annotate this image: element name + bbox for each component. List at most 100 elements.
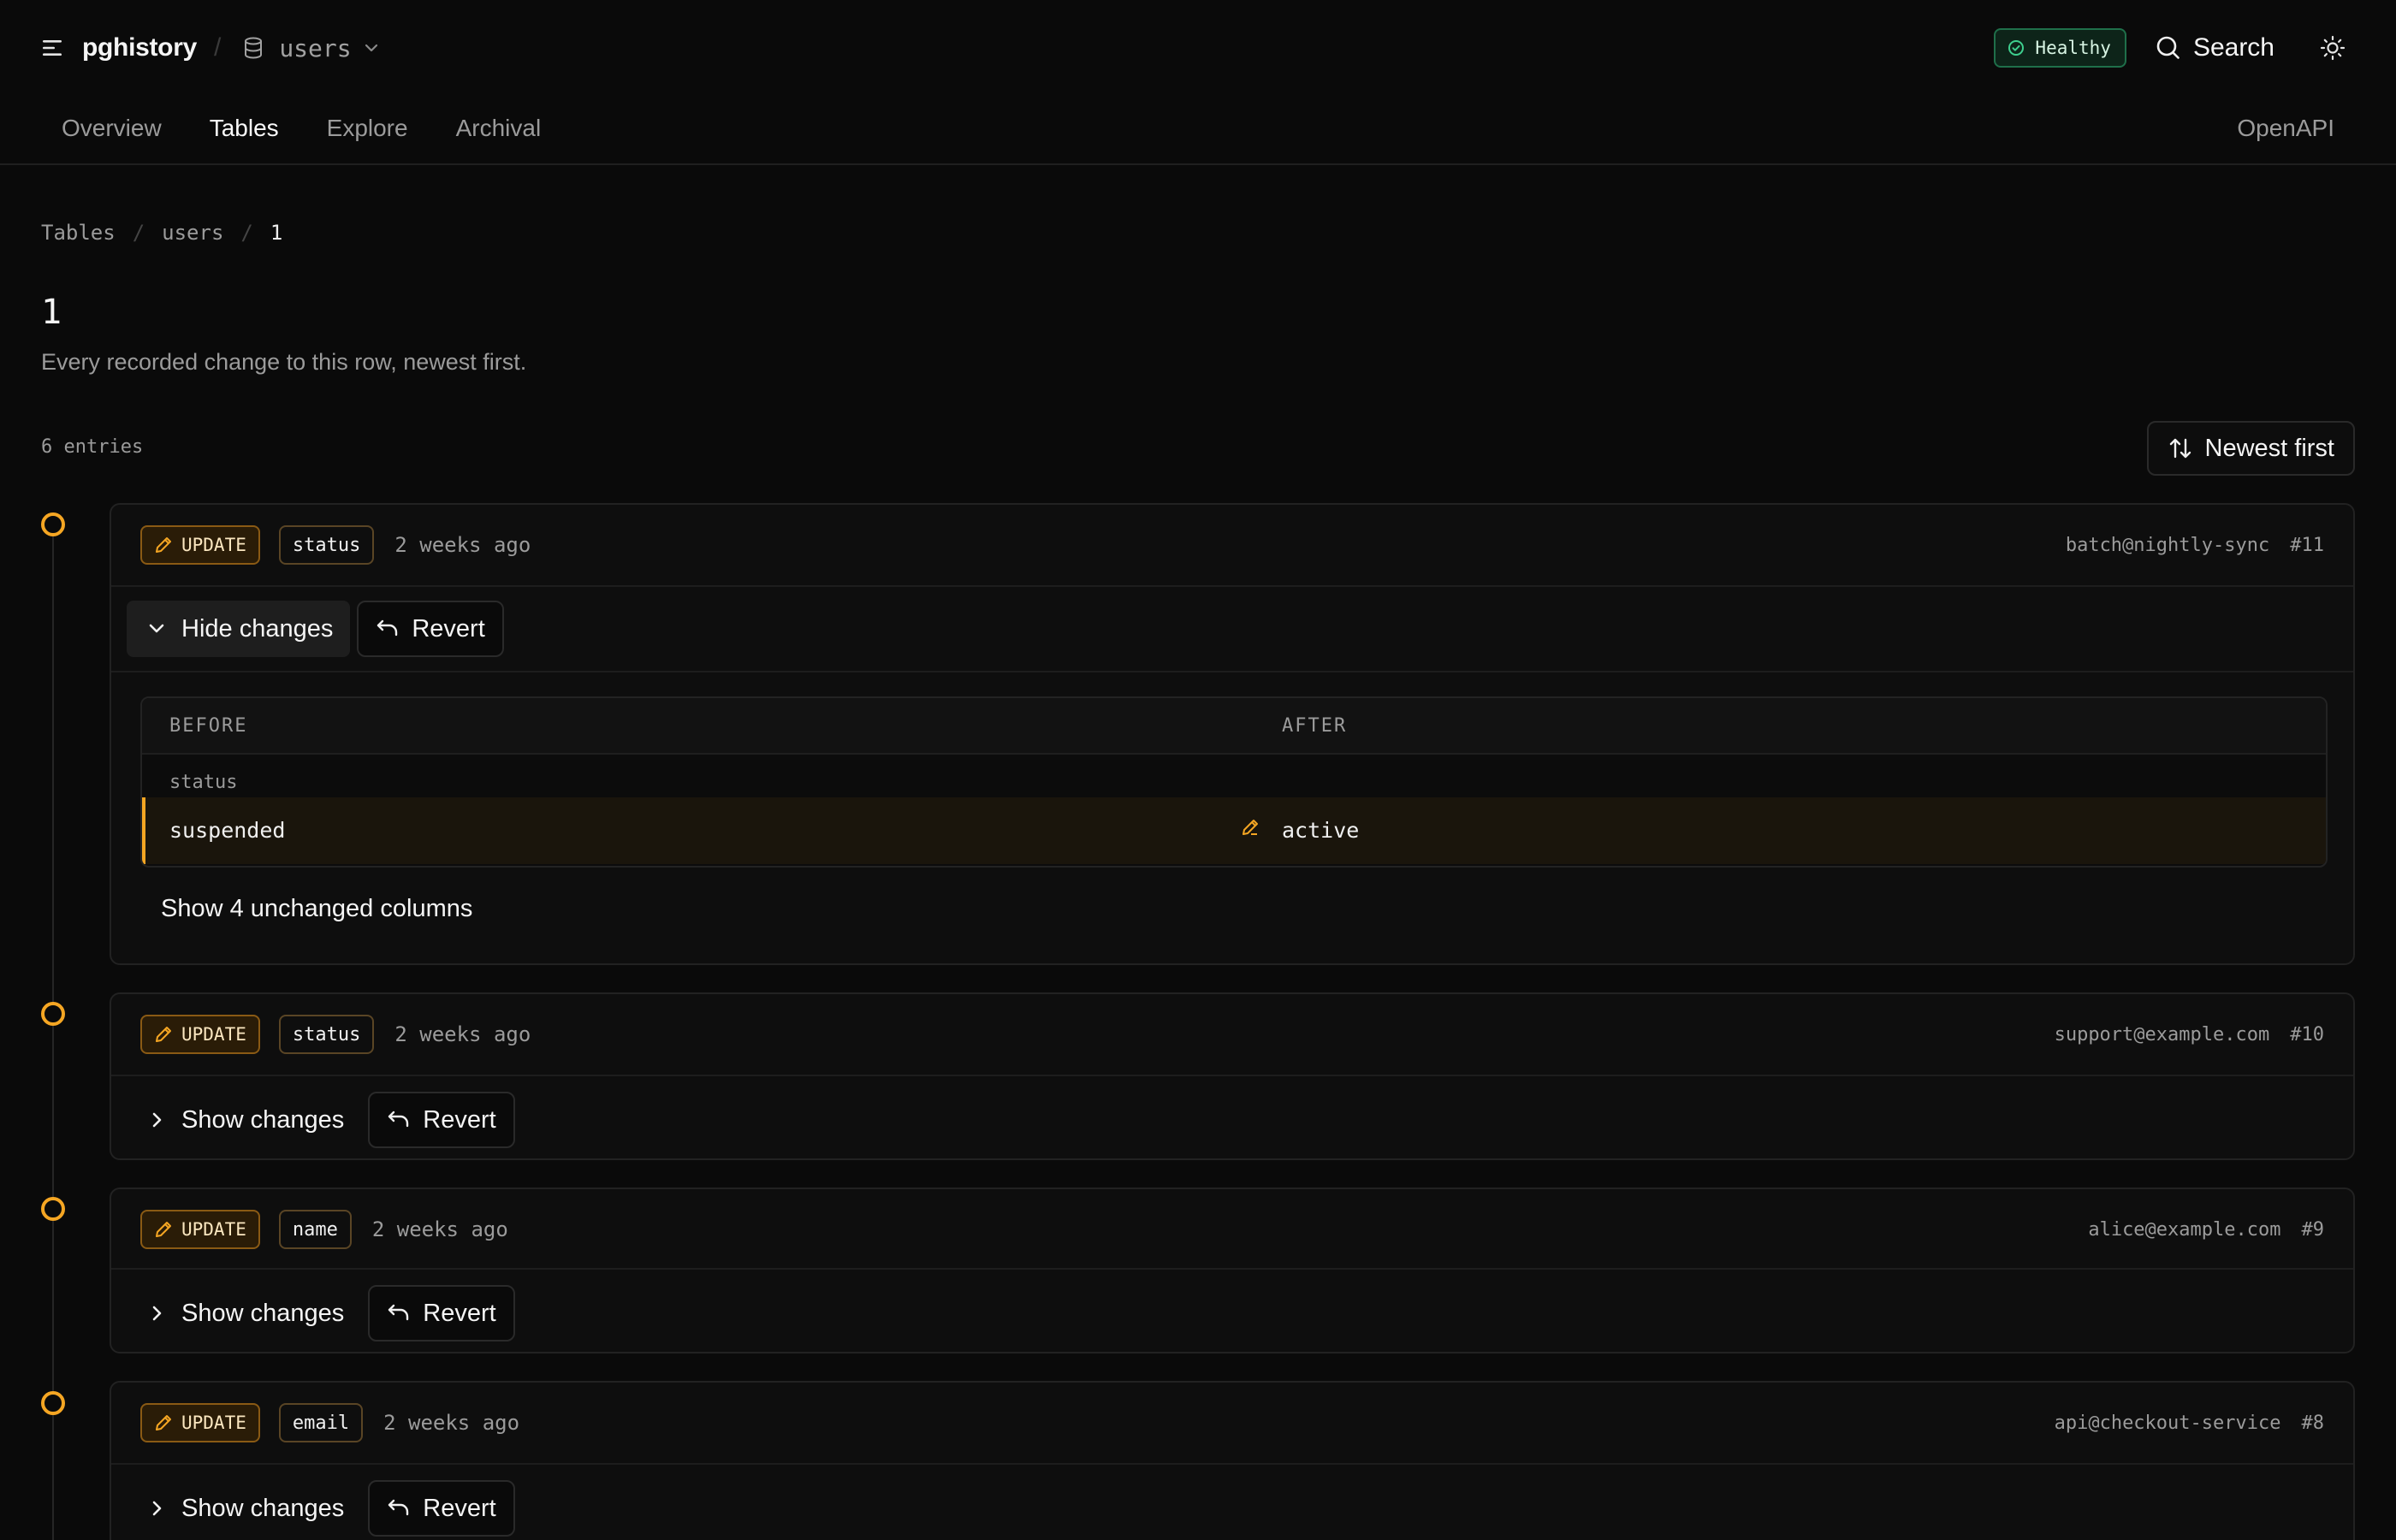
history-entry: UPDATE status 2 weeks ago batch@nightly-… [110,503,2355,965]
undo-icon [388,1111,409,1128]
timeline-dot [41,1391,65,1415]
show-changes-button[interactable]: Show changes [127,1092,361,1148]
database-icon [243,36,267,60]
entry-header: UPDATE status 2 weeks ago [111,505,2353,585]
operation-badge: UPDATE [140,1015,260,1054]
revert-label: Revert [423,1105,496,1134]
top-bar: pghistory / users Healthy Search Overvie… [0,0,2396,141]
operation-badge: UPDATE [140,1403,260,1442]
pencil-icon [156,537,171,553]
entry-actor: api@checkout-service #8 [2055,1383,2324,1463]
header-divider [0,163,2396,165]
toggle-label: Show changes [181,1299,345,1327]
actor-name: alice@example.com [2088,1218,2281,1241]
divider [111,585,2353,587]
diff-table: BEFORE AFTER status suspended active [140,696,2328,868]
after-header: AFTER [1282,715,1348,737]
operation-label: UPDATE [181,1219,246,1240]
chevron-right-icon [152,1112,162,1128]
entry-actions: Show changes Revert [127,1092,515,1148]
actor-name: api@checkout-service [2054,1412,2281,1434]
sort-label: Newest first [2204,434,2334,462]
breadcrumb-current: 1 [270,221,283,245]
history-entry: UPDATE name 2 weeks ago alice@example.co… [110,1188,2355,1353]
entry-actor: batch@nightly-sync #11 [2066,505,2324,585]
breadcrumb-tables[interactable]: Tables [41,221,116,245]
revert-button[interactable]: Revert [368,1092,515,1148]
sort-icon [2169,438,2191,459]
brand-area: pghistory / users [41,29,383,67]
chevron-right-icon [152,1501,162,1516]
undo-icon [388,1499,409,1516]
health-badge: Healthy [1994,28,2126,68]
hide-changes-button[interactable]: Hide changes [127,601,351,657]
revert-button[interactable]: Revert [368,1480,515,1537]
entry-header: UPDATE email 2 weeks ago [111,1383,2353,1463]
entry-id: #10 [2290,1023,2324,1045]
pencil-icon [156,1222,171,1237]
entry-id: #11 [2290,534,2324,556]
entry-actor: support@example.com #10 [2055,994,2324,1075]
operation-label: UPDATE [181,535,246,555]
timeline-line [52,524,54,1540]
timestamp: 2 weeks ago [394,533,531,557]
sort-button[interactable]: Newest first [2146,421,2355,476]
chevron-right-icon [152,1306,162,1321]
divider [111,671,2353,672]
timeline-dot [41,1002,65,1026]
entry-id: #9 [2301,1218,2325,1241]
column-badge: name [278,1210,352,1249]
column-badge: email [278,1403,364,1442]
menu-icon[interactable] [41,36,65,60]
tab-overview[interactable]: Overview [62,115,162,142]
operation-label: UPDATE [181,1024,246,1045]
revert-label: Revert [423,1299,496,1327]
page-subtitle: Every recorded change to this row, newes… [41,349,527,375]
pencil-icon [156,1027,171,1042]
toggle-label: Show changes [181,1105,345,1134]
timestamp: 2 weeks ago [371,1217,508,1241]
operation-badge: UPDATE [140,1210,260,1249]
pencil-icon [1241,818,1260,840]
actor-name: batch@nightly-sync [2065,534,2270,556]
entry-id: #8 [2301,1412,2325,1434]
timestamp: 2 weeks ago [383,1411,520,1435]
diff-header: BEFORE AFTER [142,698,2326,755]
toggle-label: Hide changes [181,614,334,643]
revert-button[interactable]: Revert [368,1285,515,1342]
diff-row: suspended active [142,797,2326,864]
database-selector[interactable]: users [279,34,351,62]
before-header: BEFORE [169,715,248,737]
openapi-link[interactable]: OpenAPI [2237,115,2334,142]
divider [111,1268,2353,1270]
header-actions: Healthy Search [1994,27,2346,68]
show-changes-button[interactable]: Show changes [127,1285,361,1342]
theme-toggle[interactable] [2319,34,2346,62]
timestamp: 2 weeks ago [394,1022,531,1046]
app-name[interactable]: pghistory [82,33,197,62]
revert-button[interactable]: Revert [357,601,504,657]
entry-actions: Show changes Revert [127,1285,515,1342]
page-title: 1 [41,293,62,332]
tab-explore[interactable]: Explore [327,115,408,142]
search-label: Search [2192,33,2274,62]
sun-icon [2320,35,2346,61]
entry-actions: Hide changes Revert [127,601,504,657]
operation-badge: UPDATE [140,525,260,565]
nav-tabs: Overview Tables Explore Archival [62,106,589,151]
breadcrumb-users[interactable]: users [162,221,223,245]
timeline-dot [41,512,65,536]
entry-actions: Show changes Revert [127,1480,515,1537]
tab-tables[interactable]: Tables [210,115,279,142]
column-badge: status [278,525,375,565]
show-changes-button[interactable]: Show changes [127,1480,361,1537]
operation-label: UPDATE [181,1413,246,1433]
breadcrumb: Tables / users / 1 [41,221,283,245]
chevron-down-icon[interactable] [364,38,383,57]
pencil-icon [156,1415,171,1430]
actor-name: support@example.com [2054,1023,2270,1045]
search-button[interactable]: Search [2156,33,2274,62]
tab-archival[interactable]: Archival [456,115,542,142]
show-unchanged-columns-button[interactable]: Show 4 unchanged columns [161,895,472,923]
column-badge: status [278,1015,375,1054]
